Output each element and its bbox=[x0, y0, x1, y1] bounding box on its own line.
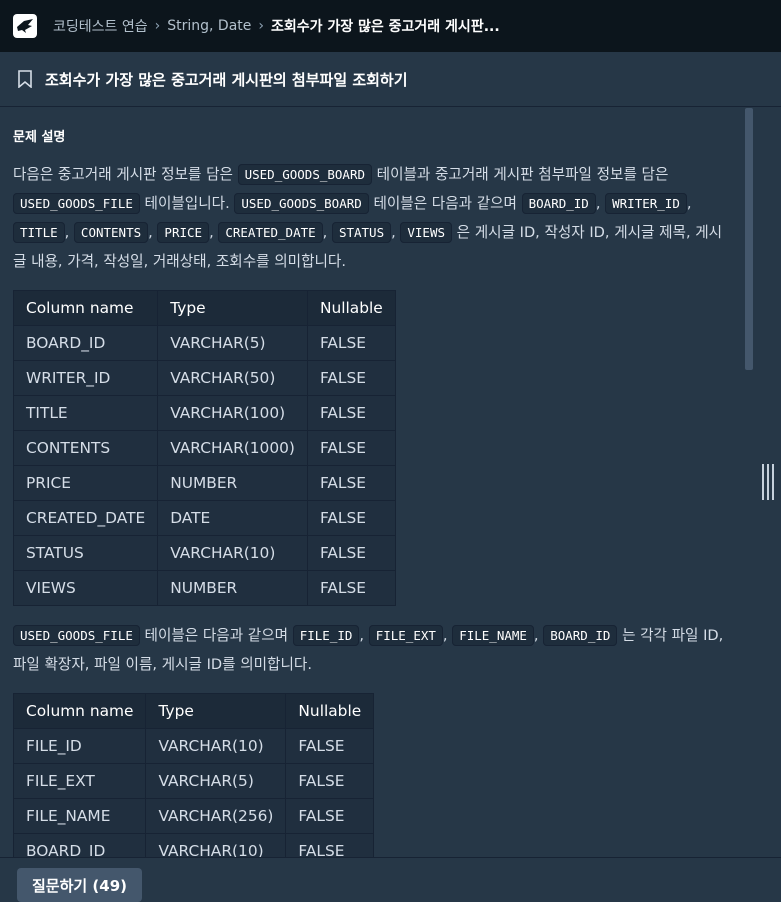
table-cell: CONTENTS bbox=[12, 430, 159, 466]
table-cell: FALSE bbox=[306, 325, 396, 361]
programmers-logo-icon[interactable] bbox=[13, 14, 37, 38]
description-paragraph-1: 다음은 중고거래 게시판 정보를 담은 USED_GOODS_BOARD 테이블… bbox=[13, 164, 723, 270]
table-cell: CREATED_DATE bbox=[12, 500, 159, 536]
column-header: Nullable bbox=[285, 693, 375, 729]
used-goods-board-table: Column name Type Nullable BOARD_ID VARCHA… bbox=[12, 290, 396, 606]
code-title: TITLE bbox=[13, 222, 65, 243]
question-button[interactable]: 질문하기 (49) bbox=[17, 868, 143, 902]
bookmark-icon[interactable] bbox=[17, 70, 33, 88]
code-price: PRICE bbox=[157, 222, 210, 243]
code-file-id: FILE_ID bbox=[292, 625, 360, 646]
table-row: FILE_NAME VARCHAR(256) FALSE bbox=[12, 798, 375, 834]
table-cell: FALSE bbox=[285, 833, 375, 857]
table-cell: PRICE bbox=[12, 465, 159, 501]
table-row: STATUS VARCHAR(10) FALSE bbox=[12, 535, 396, 571]
text: 테이블은 다음과 같으며 bbox=[373, 195, 517, 212]
table-row: BOARD_ID VARCHAR(5) FALSE bbox=[12, 325, 396, 361]
page-title: 조회수가 가장 많은 중고거래 게시판의 첨부파일 조회하기 bbox=[45, 70, 408, 89]
table-cell: VARCHAR(1000) bbox=[157, 430, 308, 466]
code-used-goods-file: USED_GOODS_FILE bbox=[13, 193, 140, 214]
table-row: FILE_EXT VARCHAR(5) FALSE bbox=[12, 763, 375, 799]
table-cell: BOARD_ID bbox=[12, 833, 147, 857]
table-cell: VARCHAR(10) bbox=[145, 728, 287, 764]
code-board-id: BOARD_ID bbox=[543, 625, 618, 646]
table-row: TITLE VARCHAR(100) FALSE bbox=[12, 395, 396, 431]
text: 테이블입니다. bbox=[144, 195, 230, 212]
problem-title-bar: 조회수가 가장 많은 중고거래 게시판의 첨부파일 조회하기 bbox=[0, 52, 781, 107]
code-board-id: BOARD_ID bbox=[521, 193, 596, 214]
code-writer-id: WRITER_ID bbox=[605, 193, 687, 214]
column-header: Type bbox=[157, 290, 308, 326]
code-used-goods-board: USED_GOODS_BOARD bbox=[234, 193, 369, 214]
table-header-row: Column name Type Nullable bbox=[12, 693, 375, 729]
table-cell: NUMBER bbox=[157, 465, 308, 501]
table-row: FILE_ID VARCHAR(10) FALSE bbox=[12, 728, 375, 764]
code-contents: CONTENTS bbox=[73, 222, 149, 243]
table-cell: NUMBER bbox=[157, 570, 308, 606]
column-header: Type bbox=[145, 693, 287, 729]
breadcrumb-item-current: 조회수가 가장 많은 중고거래 게시판... bbox=[271, 19, 500, 35]
breadcrumb: 코딩테스트 연습 › String, Date › 조회수가 가장 많은 중고거… bbox=[53, 16, 500, 36]
table-cell: VARCHAR(50) bbox=[157, 360, 308, 396]
code-used-goods-file: USED_GOODS_FILE bbox=[13, 625, 140, 646]
column-header: Nullable bbox=[306, 290, 396, 326]
table-row: WRITER_ID VARCHAR(50) FALSE bbox=[12, 360, 396, 396]
code-views: VIEWS bbox=[400, 222, 453, 243]
column-header: Column name bbox=[12, 693, 147, 729]
table-cell: FALSE bbox=[306, 500, 396, 536]
table-cell: FILE_EXT bbox=[12, 763, 147, 799]
table-row: CREATED_DATE DATE FALSE bbox=[12, 500, 396, 536]
table-cell: VIEWS bbox=[12, 570, 159, 606]
table-row: CONTENTS VARCHAR(1000) FALSE bbox=[12, 430, 396, 466]
table-cell: WRITER_ID bbox=[12, 360, 159, 396]
code-status: STATUS bbox=[331, 222, 392, 243]
table-cell: FALSE bbox=[306, 465, 396, 501]
code-file-name: FILE_NAME bbox=[452, 625, 534, 646]
table-row: BOARD_ID VARCHAR(10) FALSE bbox=[12, 833, 375, 857]
table-cell: VARCHAR(5) bbox=[157, 325, 308, 361]
table-row: PRICE NUMBER FALSE bbox=[12, 465, 396, 501]
table-cell: FALSE bbox=[306, 360, 396, 396]
table-cell: FALSE bbox=[306, 395, 396, 431]
table-cell: FALSE bbox=[285, 763, 375, 799]
table-cell: FALSE bbox=[306, 430, 396, 466]
table-cell: TITLE bbox=[12, 395, 159, 431]
section-heading: 문제 설명 bbox=[13, 130, 66, 145]
text: 테이블과 중고거래 게시판 첨부파일 정보를 담은 bbox=[376, 166, 669, 183]
chevron-right-icon: › bbox=[154, 18, 161, 34]
table-cell: VARCHAR(10) bbox=[145, 833, 287, 857]
table-cell: VARCHAR(256) bbox=[145, 798, 287, 834]
resize-handle-icon[interactable] bbox=[762, 464, 774, 500]
vertical-scrollbar[interactable] bbox=[745, 108, 753, 370]
text: 테이블은 다음과 같으며 bbox=[144, 627, 289, 644]
bottom-action-bar: 질문하기 (49) bbox=[0, 857, 781, 902]
table-cell: FALSE bbox=[285, 728, 375, 764]
top-navigation-bar: 코딩테스트 연습 › String, Date › 조회수가 가장 많은 중고거… bbox=[0, 0, 781, 52]
table-cell: DATE bbox=[157, 500, 308, 536]
table-cell: FILE_NAME bbox=[12, 798, 147, 834]
table-cell: STATUS bbox=[12, 535, 159, 571]
table-cell: VARCHAR(100) bbox=[157, 395, 308, 431]
table-cell: FILE_ID bbox=[12, 728, 147, 764]
breadcrumb-item-coding-test[interactable]: 코딩테스트 연습 bbox=[53, 16, 148, 36]
text: 다음은 중고거래 게시판 정보를 담은 bbox=[13, 166, 233, 183]
table-cell: BOARD_ID bbox=[12, 325, 159, 361]
table-cell: VARCHAR(5) bbox=[145, 763, 287, 799]
table-cell: FALSE bbox=[306, 535, 396, 571]
code-created-date: CREATED_DATE bbox=[218, 222, 323, 243]
table-cell: FALSE bbox=[285, 798, 375, 834]
code-used-goods-board: USED_GOODS_BOARD bbox=[237, 164, 373, 185]
column-header: Column name bbox=[12, 290, 159, 326]
table-cell: FALSE bbox=[306, 570, 396, 606]
table-cell: VARCHAR(10) bbox=[157, 535, 308, 571]
chevron-right-icon: › bbox=[258, 18, 264, 34]
table-row: VIEWS NUMBER FALSE bbox=[12, 570, 396, 606]
used-goods-file-table: Column name Type Nullable FILE_ID VARCHAR… bbox=[12, 693, 375, 857]
table-header-row: Column name Type Nullable bbox=[12, 290, 396, 326]
code-file-ext: FILE_EXT bbox=[368, 625, 443, 646]
description-paragraph-2: USED_GOODS_FILE 테이블은 다음과 같으며 FILE_ID, FI… bbox=[13, 625, 724, 673]
problem-description: 문제 설명 다음은 중고거래 게시판 정보를 담은 USED_GOODS_BOA… bbox=[0, 107, 745, 857]
breadcrumb-item-category[interactable]: String, Date bbox=[167, 18, 251, 34]
